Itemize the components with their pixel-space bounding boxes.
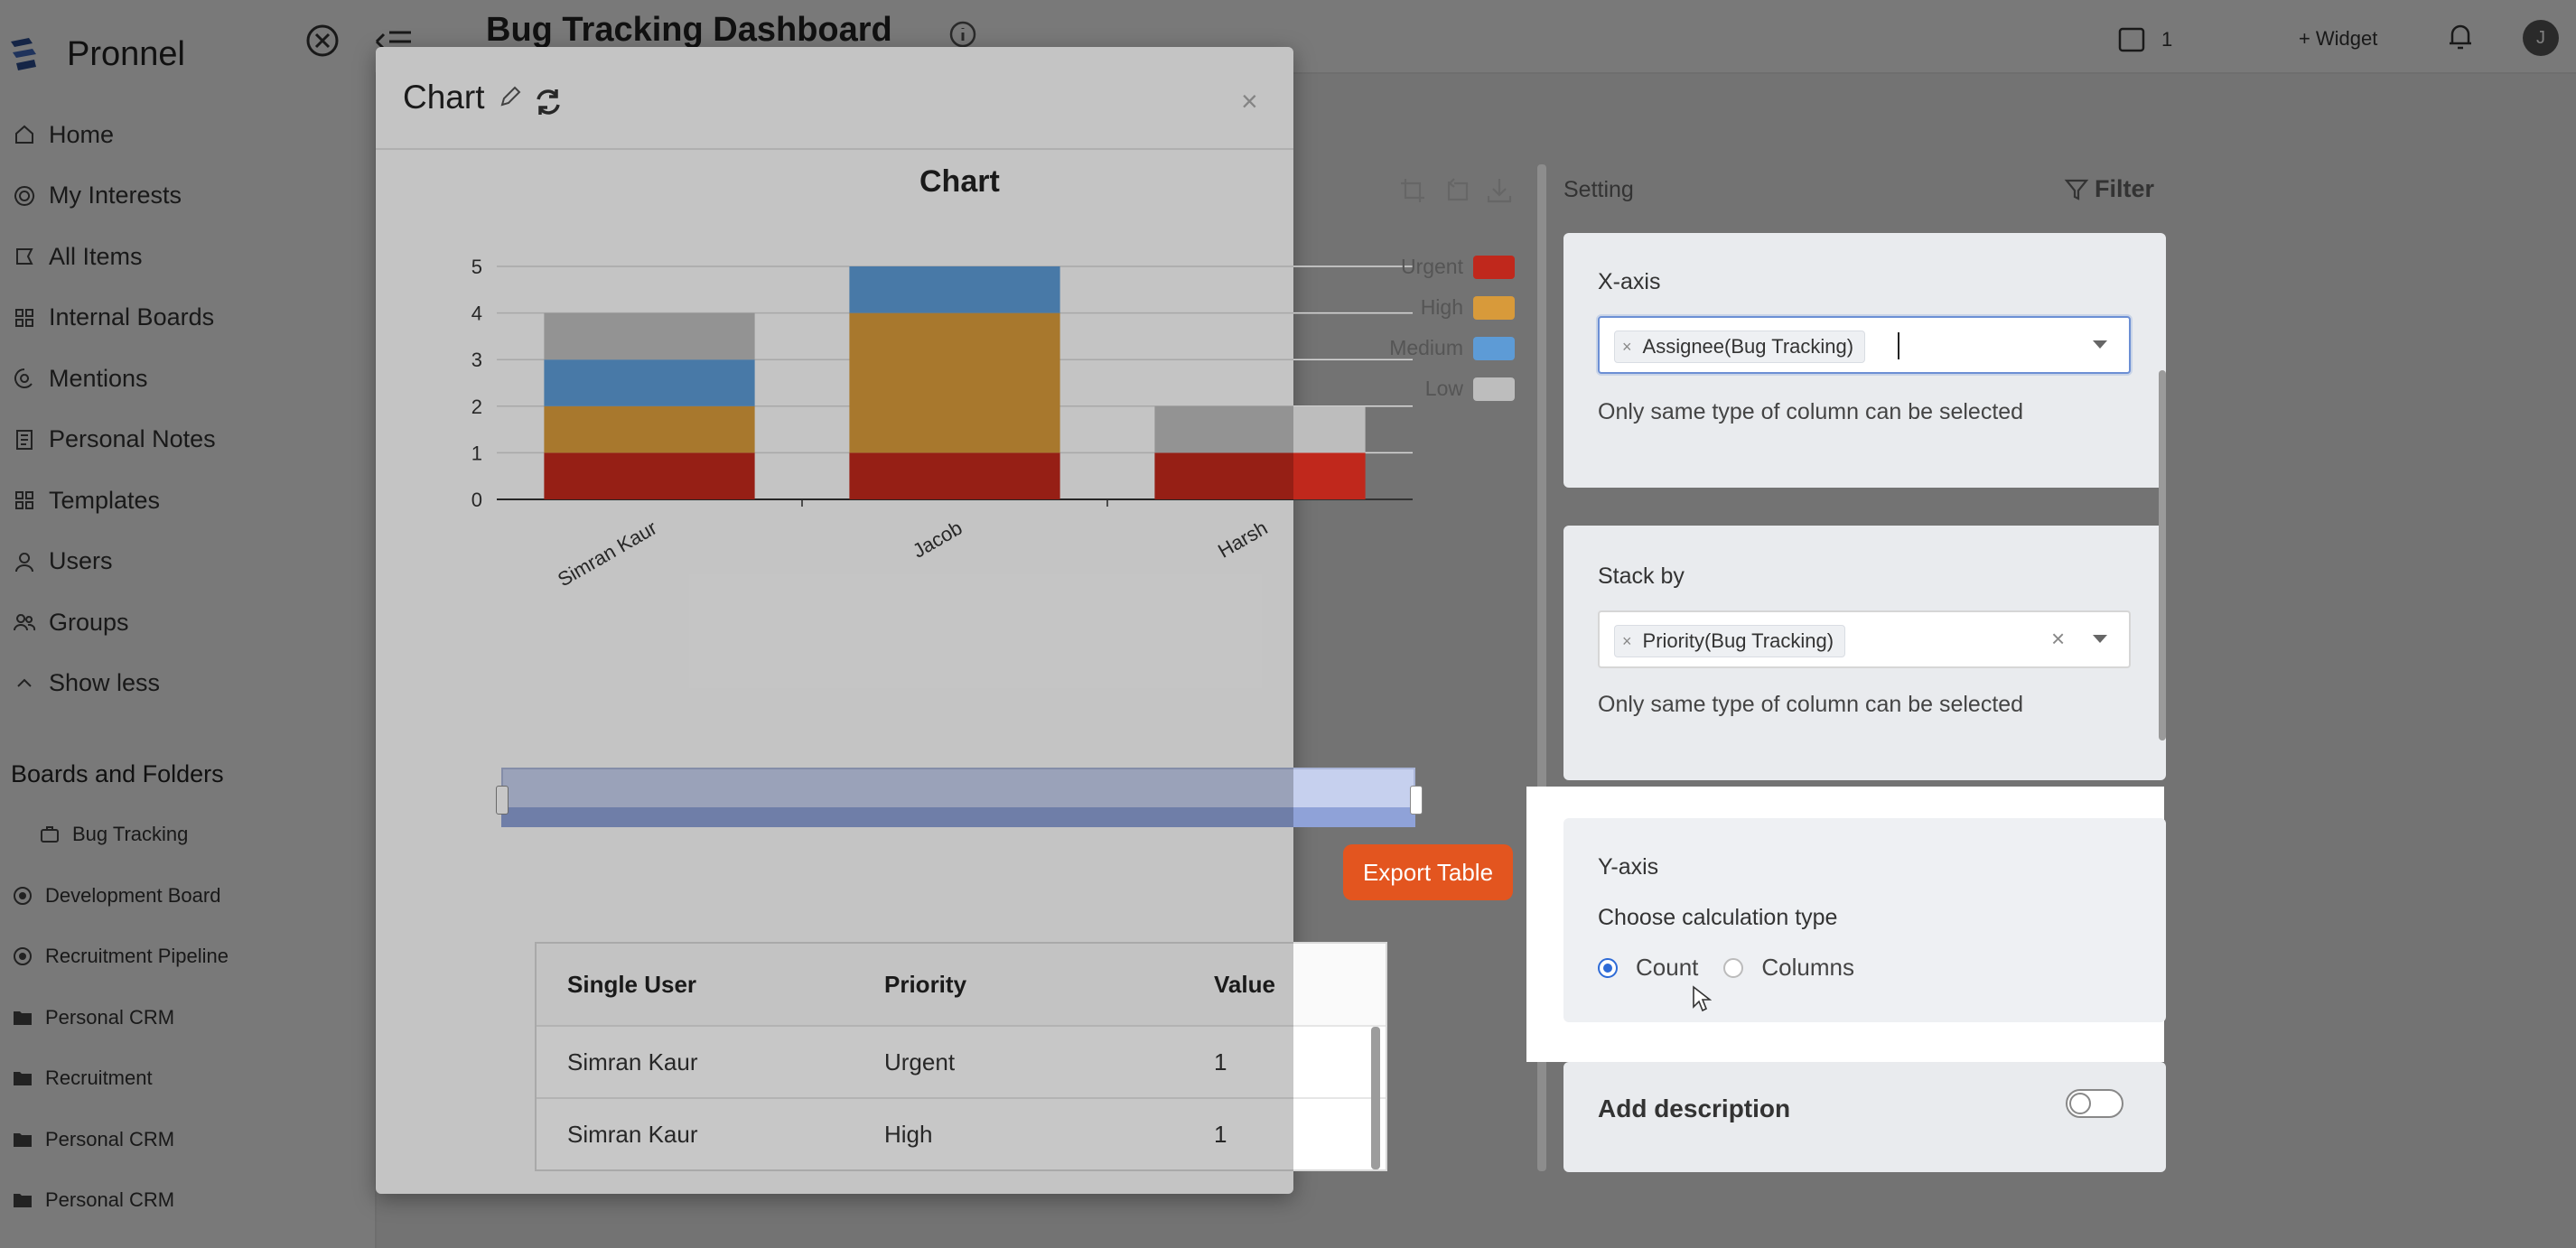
x-axis-chip[interactable]: × Assignee(Bug Tracking) <box>1614 331 1866 363</box>
remove-chip-icon[interactable]: × <box>1622 338 1632 357</box>
edit-pencil-icon[interactable] <box>499 85 522 108</box>
bar-high-jacob[interactable] <box>849 312 1060 453</box>
count-option-label[interactable]: Count <box>1636 954 1698 982</box>
bar-medium-simran-kaur[interactable] <box>544 359 755 406</box>
legend-swatch-medium[interactable] <box>1473 337 1515 360</box>
clear-icon[interactable]: × <box>2051 625 2065 653</box>
text-cursor <box>1898 332 1899 359</box>
chevron-down-icon[interactable] <box>2093 340 2107 349</box>
chart-toolbar <box>1398 176 1514 205</box>
stack-by-select[interactable]: × Priority(Bug Tracking) × <box>1598 610 2131 668</box>
zoom-handle-left[interactable] <box>496 786 509 815</box>
count-radio[interactable] <box>1598 957 1618 978</box>
filter-label: Filter <box>2095 175 2155 202</box>
legend-swatch-high[interactable] <box>1473 296 1515 320</box>
stack-by-card: Stack by × Priority(Bug Tracking) × Only … <box>1563 526 2166 780</box>
zoom-area-icon[interactable] <box>1398 176 1427 205</box>
legend-swatch-urgent[interactable] <box>1473 256 1515 279</box>
y-tick-label: 5 <box>471 256 482 278</box>
legend-label: Urgent <box>1401 255 1464 278</box>
y-tick-label: 4 <box>471 303 482 325</box>
y-tick-label: 3 <box>471 349 482 371</box>
filter-icon <box>2064 177 2089 202</box>
stack-by-label: Stack by <box>1598 563 1685 589</box>
data-zoom-slider[interactable] <box>496 768 1423 829</box>
calc-type-radios: Count Columns <box>1598 954 1854 982</box>
y-axis-label: Y-axis <box>1598 854 1659 880</box>
add-description-label: Add description <box>1598 1094 1791 1122</box>
zoom-reset-icon[interactable] <box>1442 176 1470 205</box>
columns-option-label[interactable]: Columns <box>1761 954 1854 982</box>
settings-scrollbar[interactable] <box>2159 370 2166 740</box>
zoom-handle-right[interactable] <box>1410 786 1423 815</box>
stack-by-chip[interactable]: × Priority(Bug Tracking) <box>1614 625 1846 657</box>
cell-priority: High <box>884 1120 933 1148</box>
modal-title: Chart <box>403 79 485 116</box>
table-scrollbar[interactable] <box>1371 1027 1380 1169</box>
cell-priority: Urgent <box>884 1048 956 1076</box>
chevron-down-icon[interactable] <box>2093 635 2107 643</box>
y-tick-label: 2 <box>471 396 482 418</box>
cell-value: 1 <box>1214 1120 1227 1148</box>
y-tick-label: 1 <box>471 442 482 464</box>
stacked-bar-chart: 0 1 2 3 4 5 Simran Kaur Jacob Harsh Urgent High M… <box>471 255 1515 591</box>
columns-radio[interactable] <box>1723 957 1744 978</box>
close-icon[interactable]: × <box>1241 85 1258 118</box>
x-axis-hint: Only same type of column can be selected <box>1598 399 2024 424</box>
legend-label: Low <box>1425 377 1464 400</box>
x-axis-select[interactable]: × Assignee(Bug Tracking) <box>1598 316 2131 374</box>
chart-title: Chart <box>919 164 1000 199</box>
header-priority[interactable]: Priority <box>875 971 1214 999</box>
cell-user: Simran Kaur <box>567 1120 698 1148</box>
filter-button[interactable]: Filter <box>2064 175 2154 203</box>
legend-swatch-low[interactable] <box>1473 377 1515 401</box>
download-icon[interactable] <box>1485 176 1514 205</box>
header-value[interactable]: Value <box>1214 971 1386 999</box>
y-axis-card: Y-axis Choose calculation type Count Col… <box>1563 818 2166 1022</box>
bar-high-simran-kaur[interactable] <box>544 405 755 453</box>
bar-urgent-harsh[interactable] <box>1154 452 1366 499</box>
x-category-label: Jacob <box>909 517 966 563</box>
cell-value: 1 <box>1214 1048 1227 1076</box>
stack-by-hint: Only same type of column can be selected <box>1598 692 2024 717</box>
bar-low-simran-kaur[interactable] <box>544 312 755 360</box>
x-axis-label: X-axis <box>1598 269 1661 294</box>
data-table: Single User Priority Value Simran Kaur U… <box>535 942 1387 1171</box>
add-description-toggle[interactable] <box>2066 1089 2123 1118</box>
modal-header: Chart × <box>376 47 1293 150</box>
export-table-button[interactable]: Export Table <box>1343 844 1513 900</box>
legend-label: Medium <box>1389 336 1463 359</box>
cell-user: Simran Kaur <box>567 1048 698 1076</box>
x-category-label: Simran Kaur <box>554 517 660 591</box>
remove-chip-icon[interactable]: × <box>1622 632 1632 651</box>
table-header: Single User Priority Value <box>537 944 1386 1027</box>
x-axis-card: X-axis × Assignee(Bug Tracking) Only same… <box>1563 233 2166 488</box>
x-axis-chip-label: Assignee(Bug Tracking) <box>1642 335 1854 358</box>
table-row[interactable]: Simran Kaur Urgent 1 <box>537 1027 1386 1099</box>
calc-type-label: Choose calculation type <box>1598 905 1838 930</box>
table-row[interactable]: Simran Kaur High 1 <box>537 1099 1386 1169</box>
refresh-icon[interactable] <box>533 87 564 117</box>
legend-label: High <box>1421 295 1463 319</box>
header-single-user[interactable]: Single User <box>537 971 875 999</box>
stack-by-chip-label: Priority(Bug Tracking) <box>1642 629 1834 652</box>
y-tick-label: 0 <box>471 489 482 511</box>
x-category-label: Harsh <box>1214 517 1271 563</box>
mouse-cursor-icon <box>1692 985 1712 1012</box>
bar-low-harsh[interactable] <box>1154 405 1366 453</box>
bar-urgent-jacob[interactable] <box>849 452 1060 499</box>
bar-urgent-simran-kaur[interactable] <box>544 452 755 499</box>
setting-label: Setting <box>1563 177 1634 202</box>
bar-medium-jacob[interactable] <box>849 266 1060 313</box>
